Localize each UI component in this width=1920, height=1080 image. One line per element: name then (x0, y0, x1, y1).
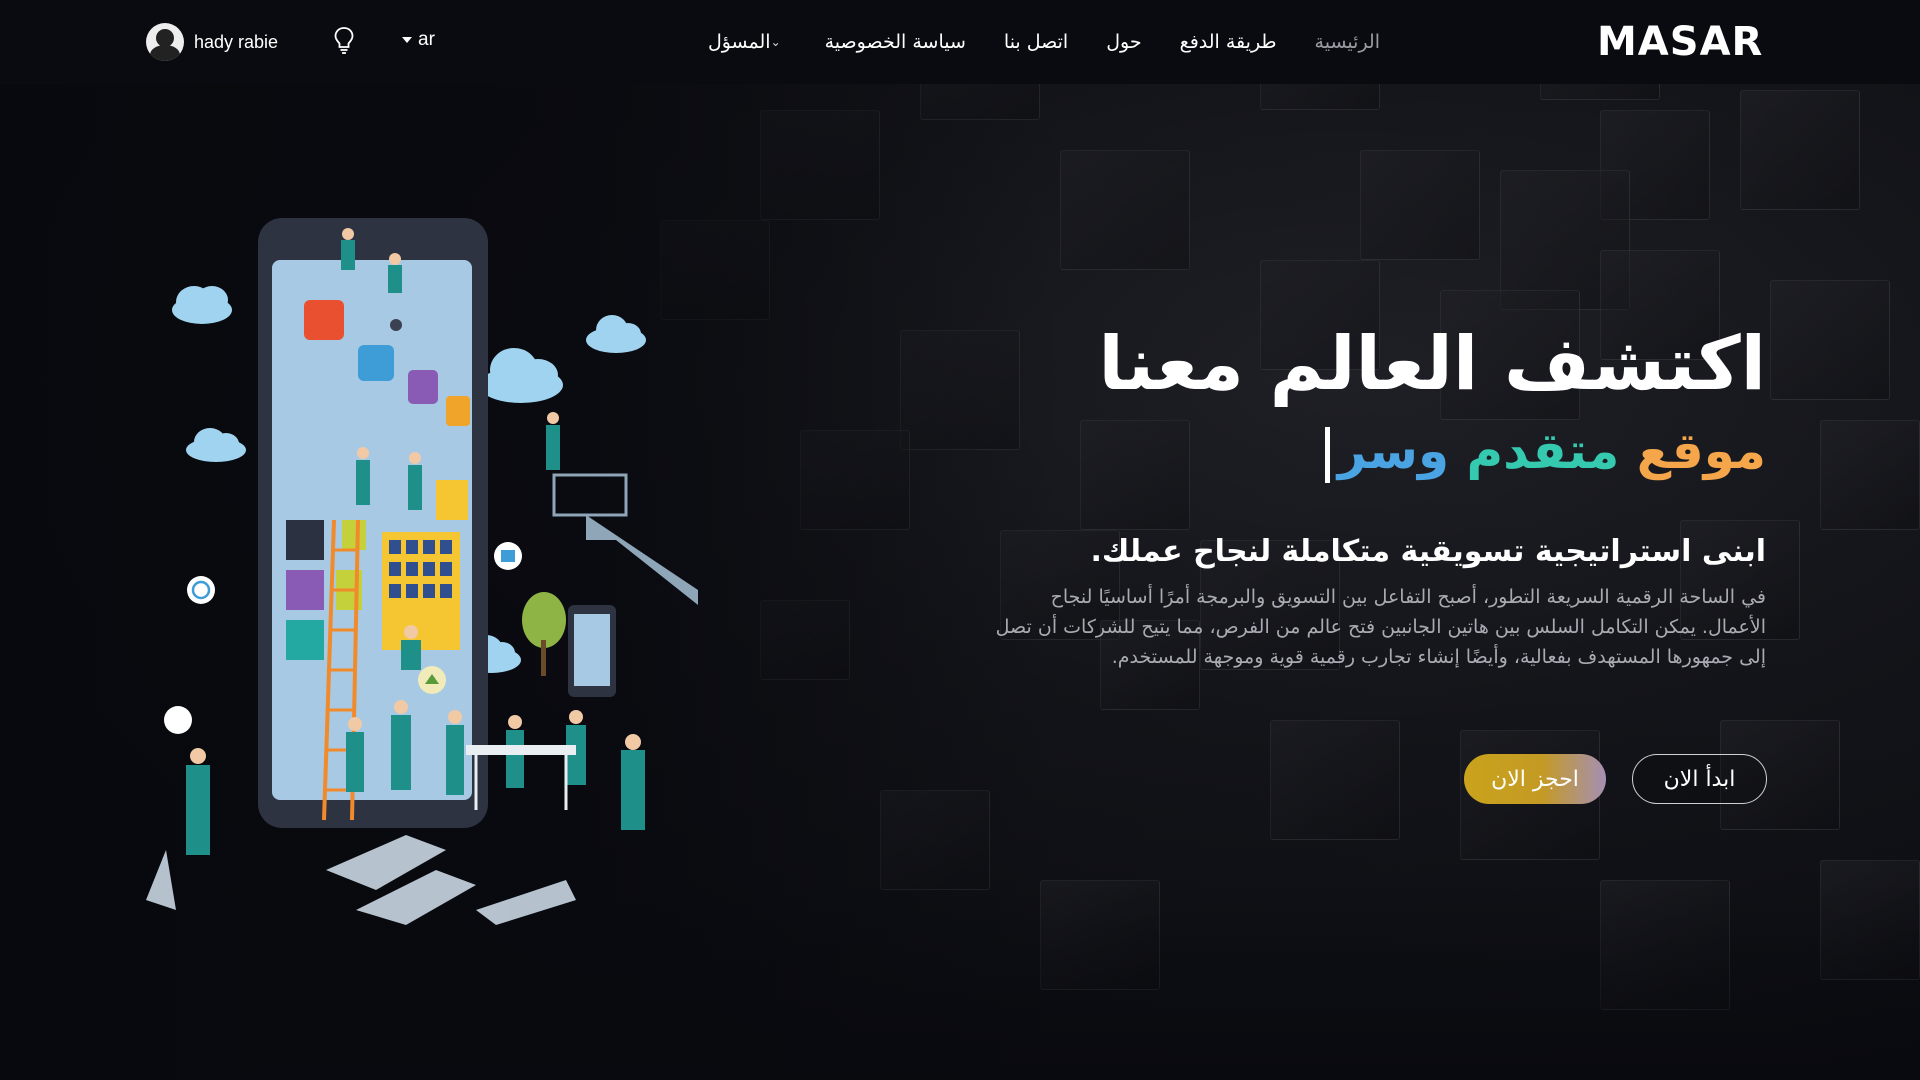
hero-description: في الساحة الرقمية السريعة التطور، أصبح ا… (995, 586, 1766, 668)
hero-heading: ابنى استراتيجية تسويقية متكاملة لنجاح عم… (1090, 534, 1766, 569)
subtitle-word-2: متقدم (1466, 422, 1620, 480)
typing-cursor (1324, 426, 1330, 483)
hero-illustration (146, 218, 698, 925)
nav-payment-method[interactable]: طريقة الدفع (1180, 31, 1277, 53)
user-menu[interactable]: hady rabie (146, 22, 278, 62)
start-now-button[interactable]: ابدأ الان (1632, 754, 1767, 804)
site-logo[interactable]: MASAR (1597, 22, 1767, 62)
nav-contact[interactable]: اتصل بنا (1004, 31, 1068, 53)
hero-section: اكتشف العالم معنا موقع متقدم وسر ابنى اس… (946, 318, 1766, 672)
hero-typing-subtitle: موقع متقدم وسر (946, 412, 1766, 490)
nav-about[interactable]: حول (1106, 31, 1141, 53)
navbar: MASAR الرئيسية طريقة الدفع حول اتصل بنا … (0, 0, 1920, 84)
language-selector[interactable]: ar (402, 29, 435, 51)
nav-home[interactable]: الرئيسية (1315, 31, 1380, 53)
user-name: hady rabie (194, 31, 279, 52)
main-nav: الرئيسية طريقة الدفع حول اتصل بنا سياسة … (708, 26, 1380, 58)
subtitle-word-1: موقع (1636, 422, 1766, 480)
hero-title: اكتشف العالم معنا (1098, 321, 1766, 407)
language-label: ar (418, 29, 435, 50)
book-now-button[interactable]: احجز الان (1464, 754, 1606, 804)
nav-admin-label: المسؤل (707, 31, 771, 53)
chevron-down-icon: ⌄ (770, 35, 781, 49)
caret-down-icon (402, 37, 412, 43)
nav-admin-dropdown[interactable]: المسؤل ⌄ (708, 31, 787, 53)
subtitle-word-3: وسر (1337, 422, 1450, 480)
nav-privacy-policy[interactable]: سياسة الخصوصية (825, 31, 966, 53)
avatar (146, 23, 184, 61)
lightbulb-icon[interactable] (332, 26, 356, 56)
